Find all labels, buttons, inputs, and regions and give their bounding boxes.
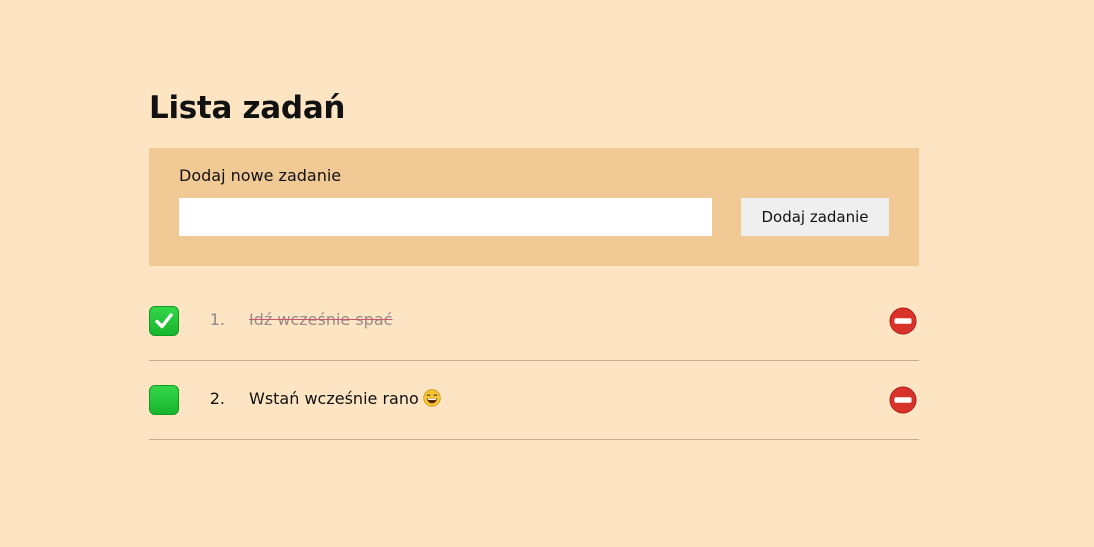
task-text: Idź wcześnie spać [249,310,393,329]
add-task-button[interactable]: Dodaj zadanie [741,198,889,236]
task-item: 1. Idź wcześnie spać [149,282,919,361]
delete-task-button[interactable] [889,386,917,414]
delete-task-button[interactable] [889,307,917,335]
task-checkbox[interactable] [149,385,179,415]
task-list: 1. Idź wcześnie spać 2. Wstań wcześnie r… [149,282,919,440]
task-item: 2. Wstań wcześnie rano [149,361,919,440]
task-checkbox[interactable] [149,306,179,336]
task-number: 2. [209,389,225,408]
task-input[interactable] [179,198,712,236]
no-entry-icon [889,307,917,335]
laughing-face-icon [423,389,441,407]
no-entry-icon [889,386,917,414]
add-task-form: Dodaj nowe zadanie Dodaj zadanie [149,148,919,266]
page-title: Lista zadań [149,90,346,126]
add-task-label: Dodaj nowe zadanie [179,166,342,185]
task-number: 1. [209,310,225,329]
task-text: Wstań wcześnie rano [249,389,419,408]
checkmark-icon [155,313,173,329]
todo-page: Lista zadań Dodaj nowe zadanie Dodaj zad… [0,0,1094,547]
